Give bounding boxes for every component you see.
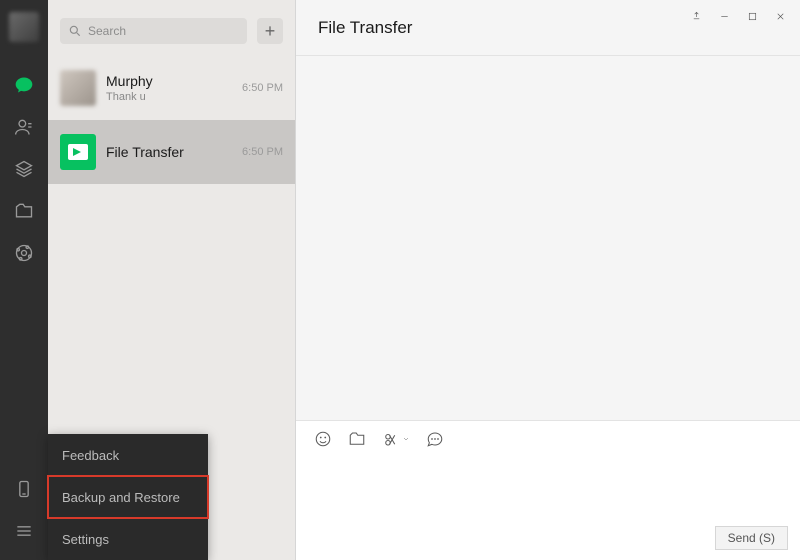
menu-backup-restore[interactable]: Backup and Restore <box>48 476 208 518</box>
nav-rail <box>0 0 48 560</box>
menu-icon <box>14 521 34 541</box>
avatar[interactable] <box>9 12 39 42</box>
conversation-preview: Thank u <box>106 91 232 103</box>
search-placeholder: Search <box>88 24 126 38</box>
send-button[interactable]: Send (S) <box>715 526 788 550</box>
nav-favorites[interactable] <box>0 148 48 190</box>
maximize-button[interactable] <box>738 4 766 28</box>
pin-button[interactable] <box>682 4 710 28</box>
chat-history-button[interactable] <box>426 430 444 448</box>
close-button[interactable] <box>766 4 794 28</box>
chat-icon <box>14 75 34 95</box>
chevron-down-icon <box>402 435 410 443</box>
conversation-time: 6:50 PM <box>242 146 283 158</box>
conversation-name: Murphy <box>106 73 232 89</box>
conversation-item[interactable]: File Transfer 6:50 PM <box>48 120 295 184</box>
search-row: Search + <box>48 0 295 56</box>
input-area: Send (S) <box>296 420 800 560</box>
send-file-button[interactable] <box>348 430 366 448</box>
avatar <box>60 70 96 106</box>
message-input[interactable] <box>296 457 800 526</box>
nav-miniprogram[interactable] <box>0 232 48 274</box>
pin-icon <box>691 11 702 22</box>
close-icon <box>775 11 786 22</box>
new-chat-button[interactable]: + <box>257 18 283 44</box>
input-toolbar <box>296 421 800 457</box>
maximize-icon <box>747 11 758 22</box>
conversation-time: 6:50 PM <box>242 82 283 94</box>
menu-settings[interactable]: Settings <box>48 518 208 560</box>
menu-feedback[interactable]: Feedback <box>48 434 208 476</box>
screenshot-icon <box>382 430 400 448</box>
message-area[interactable] <box>296 56 800 420</box>
plus-icon: + <box>265 22 276 40</box>
folder-icon <box>348 430 366 448</box>
nav-chats[interactable] <box>0 64 48 106</box>
screenshot-button[interactable] <box>382 430 410 448</box>
conversation-name: File Transfer <box>106 144 232 160</box>
files-icon <box>14 201 34 221</box>
favorites-icon <box>14 159 34 179</box>
chat-history-icon <box>426 430 444 448</box>
emoji-button[interactable] <box>314 430 332 448</box>
file-transfer-icon <box>60 134 96 170</box>
nav-phone[interactable] <box>0 468 48 510</box>
minimize-icon <box>719 11 730 22</box>
minimize-button[interactable] <box>710 4 738 28</box>
miniprogram-icon <box>14 243 34 263</box>
settings-popup: Feedback Backup and Restore Settings <box>48 434 208 560</box>
chat-list-panel: Search + Murphy Thank u 6:50 PM File Tra… <box>48 0 296 560</box>
contacts-icon <box>14 117 34 137</box>
nav-menu[interactable] <box>0 510 48 552</box>
chat-pane: File Transfer Send (S) <box>296 0 800 560</box>
window-controls <box>682 4 794 28</box>
nav-contacts[interactable] <box>0 106 48 148</box>
nav-files[interactable] <box>0 190 48 232</box>
search-input[interactable]: Search <box>60 18 247 44</box>
conversation-item[interactable]: Murphy Thank u 6:50 PM <box>48 56 295 120</box>
search-icon <box>68 24 82 38</box>
phone-icon <box>14 479 34 499</box>
emoji-icon <box>314 430 332 448</box>
